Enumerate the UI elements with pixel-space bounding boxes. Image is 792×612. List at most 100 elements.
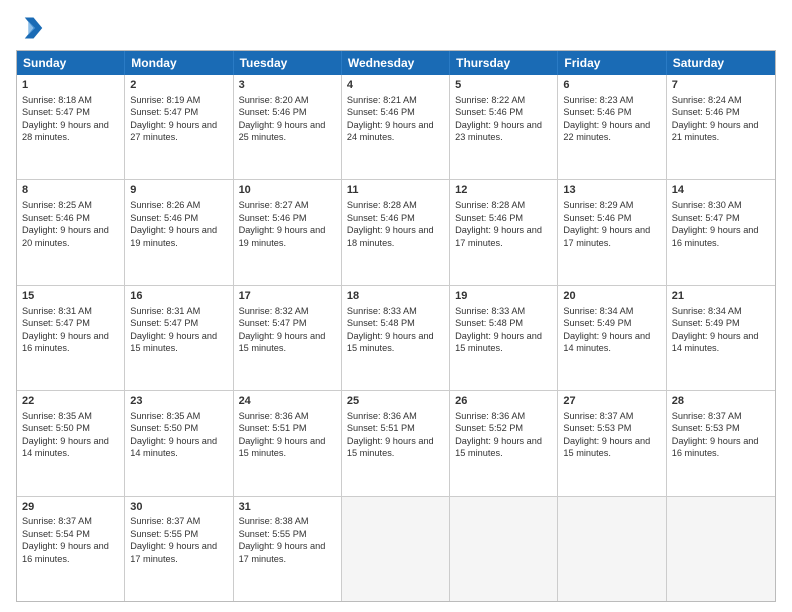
day-info: Sunrise: 8:18 AM Sunset: 5:47 PM Dayligh… xyxy=(22,94,119,144)
day-number: 4 xyxy=(347,78,444,93)
empty-cell xyxy=(450,497,558,601)
day-info: Sunrise: 8:36 AM Sunset: 5:51 PM Dayligh… xyxy=(347,410,444,460)
day-number: 15 xyxy=(22,289,119,304)
day-number: 19 xyxy=(455,289,552,304)
day-number: 8 xyxy=(22,183,119,198)
calendar-body: 1Sunrise: 8:18 AM Sunset: 5:47 PM Daylig… xyxy=(17,75,775,601)
day-cell-29: 29Sunrise: 8:37 AM Sunset: 5:54 PM Dayli… xyxy=(17,497,125,601)
day-cell-31: 31Sunrise: 8:38 AM Sunset: 5:55 PM Dayli… xyxy=(234,497,342,601)
day-number: 29 xyxy=(22,500,119,515)
header-day-thursday: Thursday xyxy=(450,51,558,75)
empty-cell xyxy=(667,497,775,601)
header-day-wednesday: Wednesday xyxy=(342,51,450,75)
day-cell-19: 19Sunrise: 8:33 AM Sunset: 5:48 PM Dayli… xyxy=(450,286,558,390)
day-number: 3 xyxy=(239,78,336,93)
day-info: Sunrise: 8:22 AM Sunset: 5:46 PM Dayligh… xyxy=(455,94,552,144)
day-cell-4: 4Sunrise: 8:21 AM Sunset: 5:46 PM Daylig… xyxy=(342,75,450,179)
header-day-friday: Friday xyxy=(558,51,666,75)
day-number: 10 xyxy=(239,183,336,198)
day-info: Sunrise: 8:33 AM Sunset: 5:48 PM Dayligh… xyxy=(347,305,444,355)
day-number: 13 xyxy=(563,183,660,198)
day-cell-1: 1Sunrise: 8:18 AM Sunset: 5:47 PM Daylig… xyxy=(17,75,125,179)
day-info: Sunrise: 8:32 AM Sunset: 5:47 PM Dayligh… xyxy=(239,305,336,355)
week-row-1: 1Sunrise: 8:18 AM Sunset: 5:47 PM Daylig… xyxy=(17,75,775,180)
day-info: Sunrise: 8:34 AM Sunset: 5:49 PM Dayligh… xyxy=(563,305,660,355)
day-cell-7: 7Sunrise: 8:24 AM Sunset: 5:46 PM Daylig… xyxy=(667,75,775,179)
day-cell-26: 26Sunrise: 8:36 AM Sunset: 5:52 PM Dayli… xyxy=(450,391,558,495)
day-cell-16: 16Sunrise: 8:31 AM Sunset: 5:47 PM Dayli… xyxy=(125,286,233,390)
header-day-monday: Monday xyxy=(125,51,233,75)
day-cell-6: 6Sunrise: 8:23 AM Sunset: 5:46 PM Daylig… xyxy=(558,75,666,179)
day-info: Sunrise: 8:37 AM Sunset: 5:54 PM Dayligh… xyxy=(22,515,119,565)
day-number: 5 xyxy=(455,78,552,93)
day-cell-13: 13Sunrise: 8:29 AM Sunset: 5:46 PM Dayli… xyxy=(558,180,666,284)
day-info: Sunrise: 8:28 AM Sunset: 5:46 PM Dayligh… xyxy=(455,199,552,249)
day-number: 28 xyxy=(672,394,770,409)
day-info: Sunrise: 8:29 AM Sunset: 5:46 PM Dayligh… xyxy=(563,199,660,249)
day-number: 22 xyxy=(22,394,119,409)
day-number: 23 xyxy=(130,394,227,409)
day-cell-30: 30Sunrise: 8:37 AM Sunset: 5:55 PM Dayli… xyxy=(125,497,233,601)
day-number: 24 xyxy=(239,394,336,409)
week-row-4: 22Sunrise: 8:35 AM Sunset: 5:50 PM Dayli… xyxy=(17,391,775,496)
day-number: 14 xyxy=(672,183,770,198)
week-row-2: 8Sunrise: 8:25 AM Sunset: 5:46 PM Daylig… xyxy=(17,180,775,285)
day-number: 27 xyxy=(563,394,660,409)
day-cell-3: 3Sunrise: 8:20 AM Sunset: 5:46 PM Daylig… xyxy=(234,75,342,179)
calendar: SundayMondayTuesdayWednesdayThursdayFrid… xyxy=(17,51,775,601)
page: SundayMondayTuesdayWednesdayThursdayFrid… xyxy=(0,0,792,612)
day-cell-18: 18Sunrise: 8:33 AM Sunset: 5:48 PM Dayli… xyxy=(342,286,450,390)
header-day-sunday: Sunday xyxy=(17,51,125,75)
day-number: 18 xyxy=(347,289,444,304)
day-info: Sunrise: 8:21 AM Sunset: 5:46 PM Dayligh… xyxy=(347,94,444,144)
day-number: 31 xyxy=(239,500,336,515)
day-info: Sunrise: 8:26 AM Sunset: 5:46 PM Dayligh… xyxy=(130,199,227,249)
day-info: Sunrise: 8:33 AM Sunset: 5:48 PM Dayligh… xyxy=(455,305,552,355)
day-cell-12: 12Sunrise: 8:28 AM Sunset: 5:46 PM Dayli… xyxy=(450,180,558,284)
day-info: Sunrise: 8:37 AM Sunset: 5:53 PM Dayligh… xyxy=(672,410,770,460)
day-cell-22: 22Sunrise: 8:35 AM Sunset: 5:50 PM Dayli… xyxy=(17,391,125,495)
day-info: Sunrise: 8:37 AM Sunset: 5:53 PM Dayligh… xyxy=(563,410,660,460)
week-row-3: 15Sunrise: 8:31 AM Sunset: 5:47 PM Dayli… xyxy=(17,286,775,391)
day-info: Sunrise: 8:25 AM Sunset: 5:46 PM Dayligh… xyxy=(22,199,119,249)
day-number: 2 xyxy=(130,78,227,93)
day-cell-20: 20Sunrise: 8:34 AM Sunset: 5:49 PM Dayli… xyxy=(558,286,666,390)
day-info: Sunrise: 8:35 AM Sunset: 5:50 PM Dayligh… xyxy=(22,410,119,460)
day-number: 30 xyxy=(130,500,227,515)
header-day-tuesday: Tuesday xyxy=(234,51,342,75)
day-info: Sunrise: 8:28 AM Sunset: 5:46 PM Dayligh… xyxy=(347,199,444,249)
logo-icon xyxy=(16,14,44,42)
day-info: Sunrise: 8:34 AM Sunset: 5:49 PM Dayligh… xyxy=(672,305,770,355)
day-cell-14: 14Sunrise: 8:30 AM Sunset: 5:47 PM Dayli… xyxy=(667,180,775,284)
day-cell-2: 2Sunrise: 8:19 AM Sunset: 5:47 PM Daylig… xyxy=(125,75,233,179)
day-cell-11: 11Sunrise: 8:28 AM Sunset: 5:46 PM Dayli… xyxy=(342,180,450,284)
day-info: Sunrise: 8:37 AM Sunset: 5:55 PM Dayligh… xyxy=(130,515,227,565)
day-cell-25: 25Sunrise: 8:36 AM Sunset: 5:51 PM Dayli… xyxy=(342,391,450,495)
day-number: 6 xyxy=(563,78,660,93)
day-cell-8: 8Sunrise: 8:25 AM Sunset: 5:46 PM Daylig… xyxy=(17,180,125,284)
day-info: Sunrise: 8:35 AM Sunset: 5:50 PM Dayligh… xyxy=(130,410,227,460)
day-cell-17: 17Sunrise: 8:32 AM Sunset: 5:47 PM Dayli… xyxy=(234,286,342,390)
day-info: Sunrise: 8:31 AM Sunset: 5:47 PM Dayligh… xyxy=(22,305,119,355)
day-info: Sunrise: 8:36 AM Sunset: 5:51 PM Dayligh… xyxy=(239,410,336,460)
day-info: Sunrise: 8:23 AM Sunset: 5:46 PM Dayligh… xyxy=(563,94,660,144)
day-cell-23: 23Sunrise: 8:35 AM Sunset: 5:50 PM Dayli… xyxy=(125,391,233,495)
day-number: 7 xyxy=(672,78,770,93)
day-info: Sunrise: 8:36 AM Sunset: 5:52 PM Dayligh… xyxy=(455,410,552,460)
header xyxy=(16,14,776,42)
day-info: Sunrise: 8:38 AM Sunset: 5:55 PM Dayligh… xyxy=(239,515,336,565)
header-day-saturday: Saturday xyxy=(667,51,775,75)
day-cell-5: 5Sunrise: 8:22 AM Sunset: 5:46 PM Daylig… xyxy=(450,75,558,179)
day-number: 12 xyxy=(455,183,552,198)
day-info: Sunrise: 8:24 AM Sunset: 5:46 PM Dayligh… xyxy=(672,94,770,144)
day-number: 9 xyxy=(130,183,227,198)
day-number: 26 xyxy=(455,394,552,409)
day-info: Sunrise: 8:19 AM Sunset: 5:47 PM Dayligh… xyxy=(130,94,227,144)
calendar-container: SundayMondayTuesdayWednesdayThursdayFrid… xyxy=(16,50,776,602)
day-cell-9: 9Sunrise: 8:26 AM Sunset: 5:46 PM Daylig… xyxy=(125,180,233,284)
calendar-header: SundayMondayTuesdayWednesdayThursdayFrid… xyxy=(17,51,775,75)
day-cell-24: 24Sunrise: 8:36 AM Sunset: 5:51 PM Dayli… xyxy=(234,391,342,495)
day-cell-10: 10Sunrise: 8:27 AM Sunset: 5:46 PM Dayli… xyxy=(234,180,342,284)
week-row-5: 29Sunrise: 8:37 AM Sunset: 5:54 PM Dayli… xyxy=(17,497,775,601)
day-number: 20 xyxy=(563,289,660,304)
